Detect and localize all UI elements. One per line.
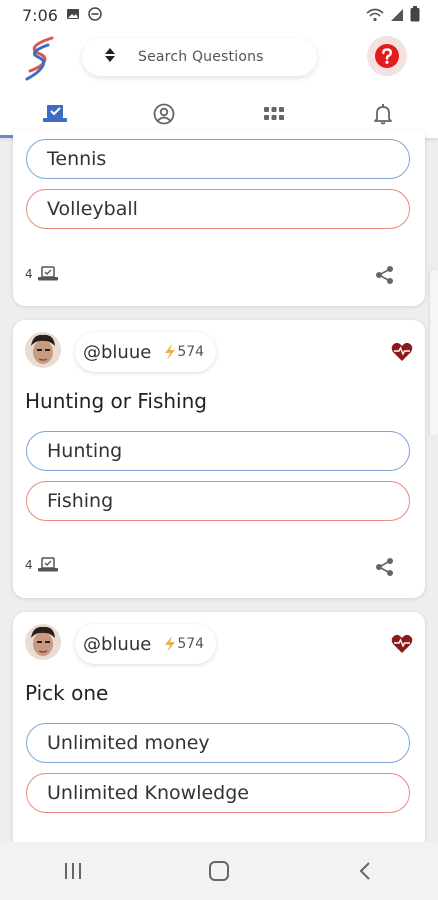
- points-value: 574: [177, 344, 205, 360]
- user-chip[interactable]: @bluue 574: [75, 332, 217, 372]
- vote-box-icon: [37, 557, 58, 572]
- avatar[interactable]: [25, 332, 61, 368]
- health-button[interactable]: [391, 342, 413, 366]
- recent-apps-button[interactable]: [43, 851, 103, 891]
- question-card: @bluue 574 Hunting or Fishing Hunting Fi…: [13, 320, 425, 598]
- user-chip[interactable]: @bluue 574: [75, 624, 217, 664]
- question-card: Tennis Volleyball 4: [13, 130, 425, 306]
- option-button[interactable]: Fishing: [26, 481, 410, 521]
- heart-pulse-icon: [391, 634, 413, 653]
- vote-count: 4: [25, 266, 59, 282]
- bell-icon: [374, 104, 393, 125]
- option-button[interactable]: Unlimited Knowledge: [26, 773, 410, 813]
- vote-box-icon: [37, 266, 58, 281]
- option-label: Unlimited Knowledge: [47, 782, 249, 804]
- search-bar[interactable]: Search Questions: [82, 38, 317, 76]
- option-label: Volleyball: [47, 198, 138, 220]
- home-button[interactable]: [189, 851, 249, 891]
- vote-count-value: 4: [25, 558, 33, 572]
- vote-box-icon: [42, 105, 67, 122]
- apps-grid-icon: [263, 107, 284, 120]
- share-icon: [376, 266, 393, 284]
- share-button[interactable]: [375, 265, 395, 289]
- heart-pulse-icon: [391, 342, 413, 361]
- help-button[interactable]: [367, 36, 407, 76]
- lightning-icon: [165, 344, 176, 360]
- option-button[interactable]: Tennis: [26, 139, 410, 179]
- scrollbar[interactable]: [430, 270, 438, 436]
- sort-icon[interactable]: [104, 47, 116, 67]
- help-icon: [375, 44, 399, 68]
- wifi-icon: [366, 7, 384, 26]
- avatar[interactable]: [25, 624, 61, 660]
- share-icon: [376, 558, 393, 576]
- profile-icon: [153, 103, 175, 125]
- question-text: Hunting or Fishing: [25, 389, 207, 413]
- username: @bluue: [83, 633, 152, 655]
- app-header: Search Questions: [0, 30, 438, 138]
- question-text: Pick one: [25, 681, 109, 705]
- app-logo: [22, 35, 58, 87]
- search-placeholder[interactable]: Search Questions: [138, 49, 264, 65]
- back-icon: [359, 862, 370, 880]
- option-button[interactable]: Hunting: [26, 431, 410, 471]
- option-label: Hunting: [47, 440, 123, 462]
- back-button[interactable]: [335, 851, 395, 891]
- gallery-icon: [66, 6, 80, 25]
- home-icon: [209, 861, 229, 881]
- option-label: Unlimited money: [47, 732, 210, 754]
- share-button[interactable]: [375, 557, 395, 581]
- signal-icon: [390, 7, 404, 26]
- points-badge: 574: [163, 636, 204, 652]
- option-label: Fishing: [47, 490, 114, 512]
- question-card: @bluue 574 Pick one Unlimited money Unli…: [13, 612, 425, 852]
- health-button[interactable]: [391, 634, 413, 658]
- points-value: 574: [177, 636, 205, 652]
- vote-count-value: 4: [25, 267, 33, 281]
- recent-apps-icon: [65, 863, 81, 879]
- option-button[interactable]: Volleyball: [26, 189, 410, 229]
- status-time: 7:06: [22, 5, 58, 25]
- lightning-icon: [165, 636, 176, 652]
- do-not-disturb-icon: [88, 6, 102, 25]
- vote-count: 4: [25, 557, 59, 573]
- username: @bluue: [83, 341, 152, 363]
- status-bar: 7:06: [0, 0, 438, 30]
- points-badge: 574: [163, 344, 204, 360]
- battery-icon: [410, 6, 420, 26]
- option-button[interactable]: Unlimited money: [26, 723, 410, 763]
- option-label: Tennis: [47, 148, 107, 170]
- system-nav-bar: [0, 842, 438, 900]
